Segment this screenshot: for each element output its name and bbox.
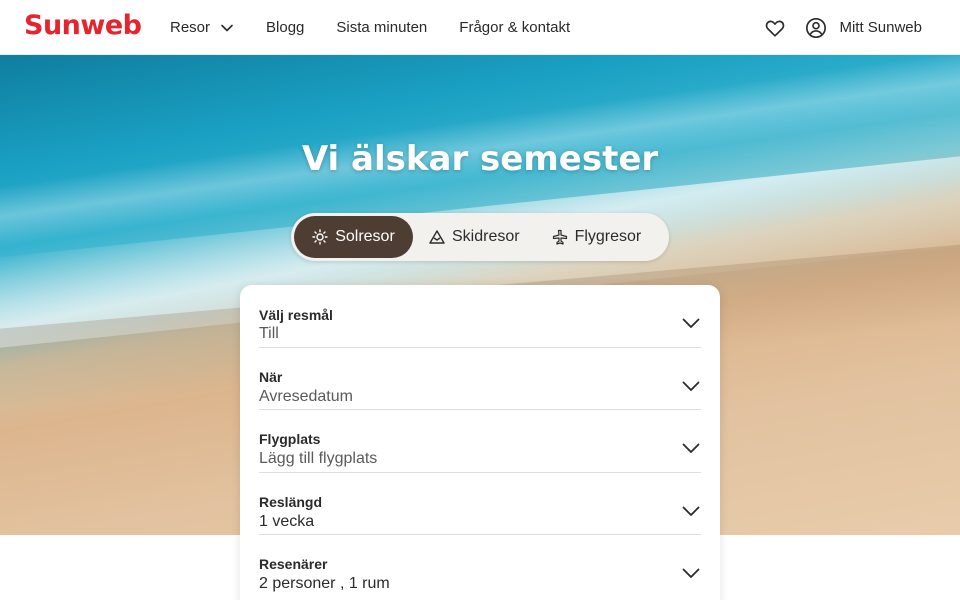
nav-item-label: Sista minuten <box>336 19 428 36</box>
sun-icon <box>312 229 328 245</box>
chevron-down-icon <box>682 443 700 453</box>
field-label: Välj resmål <box>259 307 333 323</box>
top-navigation-bar: Sunweb Resor Blogg Sista minuten Frågor … <box>0 0 960 55</box>
destination-select[interactable]: Välj resmål Till <box>259 285 701 348</box>
header-actions: Mitt Sunweb <box>763 0 922 55</box>
nav-item-label: Resor <box>170 19 211 36</box>
tab-label: Skidresor <box>452 228 520 245</box>
chevron-down-icon <box>221 24 233 31</box>
field-label: Reslängd <box>259 493 323 510</box>
search-form-card: Välj resmål Till När Avresedatum Flygpla… <box>240 285 720 600</box>
chevron-down-icon <box>682 381 700 391</box>
nav-item-sista-minuten[interactable]: Sista minuten <box>336 19 427 36</box>
tab-skidresor[interactable]: Skidresor <box>413 216 536 258</box>
tab-label: Solresor <box>335 228 395 245</box>
airport-select[interactable]: Flygplats Lägg till flygplats <box>259 410 701 473</box>
main-nav: Resor Blogg Sista minuten Frågor & konta… <box>170 0 602 55</box>
tab-label: Flygresor <box>574 228 642 245</box>
date-select[interactable]: När Avresedatum <box>259 348 701 410</box>
mountain-icon <box>429 230 445 244</box>
nav-item-fragor-kontakt[interactable]: Frågor & kontakt <box>459 19 570 36</box>
hero-title: Vi älskar semester <box>301 139 659 179</box>
trip-type-tabs: Solresor Skidresor Flygresor <box>291 213 669 261</box>
tab-flygresor[interactable]: Flygresor <box>536 216 658 258</box>
heart-icon <box>766 20 785 37</box>
nav-item-blogg[interactable]: Blogg <box>266 19 304 36</box>
chevron-down-icon <box>682 506 700 516</box>
sunweb-logo[interactable]: Sunweb <box>24 10 142 41</box>
field-label: När <box>259 368 283 385</box>
field-value: Avresedatum <box>259 387 353 405</box>
field-value: 1 vecka <box>259 512 315 530</box>
field-label: Resenärer <box>259 556 328 572</box>
travelers-select[interactable]: Resenärer 2 personer , 1 rum <box>259 535 701 598</box>
chevron-down-icon <box>682 318 700 328</box>
account-label: Mitt Sunweb <box>839 19 922 36</box>
chevron-down-icon <box>682 568 700 578</box>
account-button[interactable]: Mitt Sunweb <box>805 17 922 39</box>
favorites-button[interactable] <box>763 16 787 40</box>
nav-item-label: Frågor & kontakt <box>459 19 571 36</box>
nav-item-resor[interactable]: Resor <box>170 19 234 36</box>
duration-select[interactable]: Reslängd 1 vecka <box>259 473 701 535</box>
nav-item-label: Blogg <box>266 19 305 36</box>
field-label: Flygplats <box>259 431 321 447</box>
field-value: 2 personer , 1 rum <box>259 575 390 592</box>
tab-solresor[interactable]: Solresor <box>294 216 413 258</box>
plane-icon <box>552 229 567 245</box>
field-value: Lägg till flygplats <box>259 450 378 467</box>
field-value: Till <box>259 325 279 342</box>
user-circle-icon <box>806 17 827 38</box>
